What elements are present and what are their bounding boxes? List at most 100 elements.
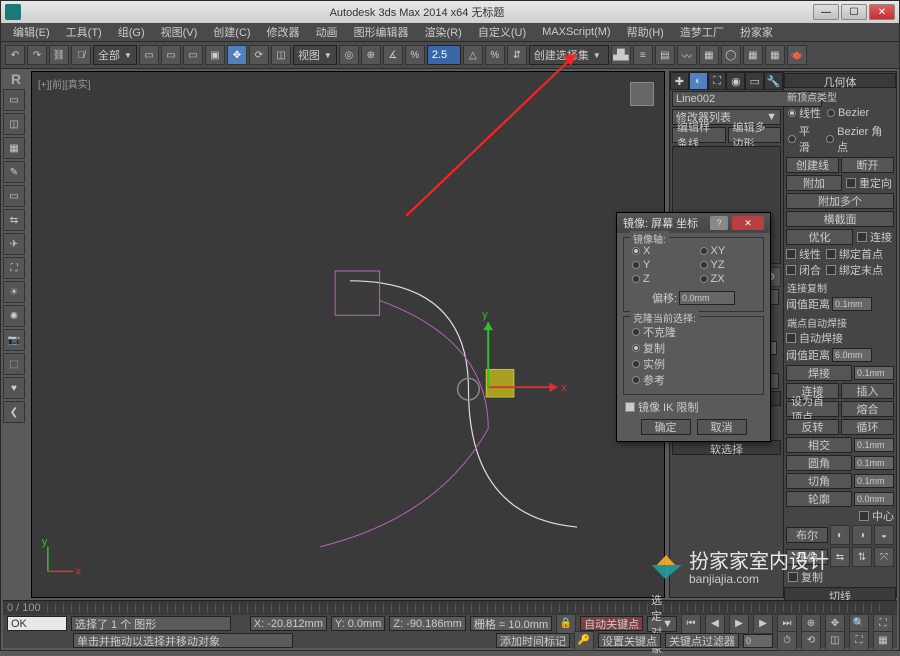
outline-spin[interactable]: 0.0mm	[854, 492, 894, 506]
play-icon[interactable]: ▶	[729, 614, 749, 634]
rad-linear[interactable]: 线性	[799, 105, 821, 121]
menu-view[interactable]: 视图(V)	[155, 24, 204, 40]
select-button[interactable]: ▭	[139, 45, 159, 65]
lt-3[interactable]: ▦	[3, 137, 25, 159]
bool-a-icon[interactable]: ◐	[830, 525, 850, 545]
lt-5[interactable]: ▭	[3, 185, 25, 207]
refcoord-select[interactable]: 视图▼	[293, 45, 337, 65]
lt-8[interactable]: ⛶	[3, 257, 25, 279]
rad-axis-x[interactable]: X	[643, 245, 650, 257]
menu-anim[interactable]: 动画	[310, 24, 344, 40]
time-config-icon[interactable]: ⏱	[777, 631, 797, 651]
menu-create[interactable]: 创建(C)	[207, 24, 256, 40]
chk-connect[interactable]: 连接	[870, 229, 892, 245]
mirror-cancel-button[interactable]: 取消	[697, 419, 747, 435]
weld-btn[interactable]: 焊接	[786, 365, 852, 381]
dialog-help-button[interactable]: ?	[710, 216, 728, 230]
dialog-close-button[interactable]: ✕	[732, 216, 764, 230]
rad-instance[interactable]: 实例	[643, 356, 665, 372]
curve-editor-button[interactable]: 〰	[677, 45, 697, 65]
prev-frame-icon[interactable]: ◀	[705, 614, 725, 634]
tab-create[interactable]: ✚	[670, 72, 689, 90]
bool-b-icon[interactable]: ◑	[852, 525, 872, 545]
goto-start-icon[interactable]: ⏮	[681, 614, 701, 634]
rad-axis-z[interactable]: Z	[643, 273, 650, 285]
chamfer-spin[interactable]: 0.1mm	[854, 474, 894, 488]
selection-set[interactable]: 创建选择集▼	[529, 45, 609, 65]
minimize-button[interactable]: —	[813, 4, 839, 20]
next-frame-icon[interactable]: ▶	[753, 614, 773, 634]
menu-customize[interactable]: 自定义(U)	[472, 24, 532, 40]
close-button[interactable]: ✕	[869, 4, 895, 20]
lt-brightness-icon[interactable]: ✺	[3, 305, 25, 327]
cross-section-btn[interactable]: 横截面	[786, 211, 894, 227]
rad-axis-zx[interactable]: ZX	[711, 273, 725, 285]
rad-axis-y[interactable]: Y	[643, 259, 650, 271]
outline-btn[interactable]: 轮廓	[786, 491, 852, 507]
lt-1[interactable]: ▭	[3, 89, 25, 111]
coord-sys-select[interactable]: 全部▼	[93, 45, 137, 65]
angle-snap-button[interactable]: △	[463, 45, 483, 65]
spinner-snap[interactable]: 2.5	[427, 45, 461, 65]
rad-noclone[interactable]: 不克隆	[643, 324, 676, 340]
chk-bindlast[interactable]: 绑定末点	[839, 262, 883, 278]
redo-button[interactable]: ↷	[27, 45, 47, 65]
chk-closed[interactable]: 闭合	[799, 262, 821, 278]
fillet-btn[interactable]: 圆角	[786, 455, 852, 471]
lt-share-icon[interactable]: ❮	[3, 401, 25, 423]
nav-8[interactable]: ▦	[873, 631, 893, 651]
chamfer-btn[interactable]: 切角	[786, 473, 852, 489]
keyfilter-button[interactable]: 关键点过滤器	[665, 633, 739, 648]
menu-render[interactable]: 渲染(R)	[419, 24, 468, 40]
chk-linear[interactable]: 线性	[799, 246, 821, 262]
create-line-btn[interactable]: 创建线	[786, 157, 839, 173]
coord-x[interactable]: X: -20.812mm	[250, 616, 327, 631]
rad-bezier[interactable]: Bezier	[838, 107, 869, 119]
thresh-spin[interactable]: 0.1mm	[832, 297, 872, 311]
lt-12[interactable]: ⬚	[3, 353, 25, 375]
key-icon[interactable]: 🔑	[574, 631, 594, 651]
mir-v-icon[interactable]: ⇅	[852, 547, 872, 567]
lt-6[interactable]: ⇆	[3, 209, 25, 231]
nav-6[interactable]: ◫	[825, 631, 845, 651]
lt-edit-icon[interactable]: ✎	[3, 161, 25, 183]
undo-button[interactable]: ↶	[5, 45, 25, 65]
mir-h-icon[interactable]: ⇆	[830, 547, 850, 567]
rad-smooth[interactable]: 平滑	[799, 123, 820, 155]
menu-maxscript[interactable]: MAXScript(M)	[536, 26, 616, 38]
nav-5[interactable]: ⟲	[801, 631, 821, 651]
render-setup-button[interactable]: ▦	[743, 45, 763, 65]
coord-z[interactable]: Z: -90.186mm	[389, 616, 465, 631]
tab-utilities[interactable]: 🔧	[764, 72, 783, 90]
bool-btn[interactable]: 布尔	[786, 527, 828, 543]
menu-help[interactable]: 帮助(H)	[621, 24, 670, 40]
insert-btn[interactable]: 插入	[841, 383, 894, 399]
setfirst-btn[interactable]: 设为首顶点	[786, 401, 839, 417]
mir-b-icon[interactable]: ⤧	[874, 547, 894, 567]
menu-graph[interactable]: 图形编辑器	[348, 24, 415, 40]
lt-2[interactable]: ◫	[3, 113, 25, 135]
select-rect-button[interactable]: ▭	[183, 45, 203, 65]
lt-sun-icon[interactable]: ☀	[3, 281, 25, 303]
autokey-button[interactable]: 自动关键点	[580, 616, 643, 631]
viewport-canvas[interactable]: x y x y	[34, 74, 662, 595]
menu-modifiers[interactable]: 修改器	[261, 24, 306, 40]
mirror-button[interactable]: ▟▙	[611, 45, 631, 65]
rad-copy[interactable]: 复制	[643, 340, 665, 356]
edit-spline-button[interactable]: 编辑样条线	[672, 127, 726, 143]
weld-spin[interactable]: 0.1mm	[854, 366, 894, 380]
align-button[interactable]: ≡	[633, 45, 653, 65]
coord-y[interactable]: Y: 0.0mm	[331, 616, 385, 631]
material-button[interactable]: ◯	[721, 45, 741, 65]
chk-autoweld[interactable]: 自动焊接	[799, 330, 843, 346]
reverse-btn[interactable]: 反转	[786, 419, 839, 435]
window-crossing-button[interactable]: ▣	[205, 45, 225, 65]
snap-button[interactable]: ⊕	[361, 45, 381, 65]
tab-modify[interactable]: ◐	[689, 72, 708, 90]
fuse-btn[interactable]: 熔合	[841, 401, 894, 417]
rad-axis-xy[interactable]: XY	[711, 245, 726, 257]
tab-hierarchy[interactable]: ⛶	[708, 72, 727, 90]
attach-mult-btn[interactable]: 附加多个	[786, 193, 894, 209]
scale-button[interactable]: ◫	[271, 45, 291, 65]
rotate-button[interactable]: ⟳	[249, 45, 269, 65]
